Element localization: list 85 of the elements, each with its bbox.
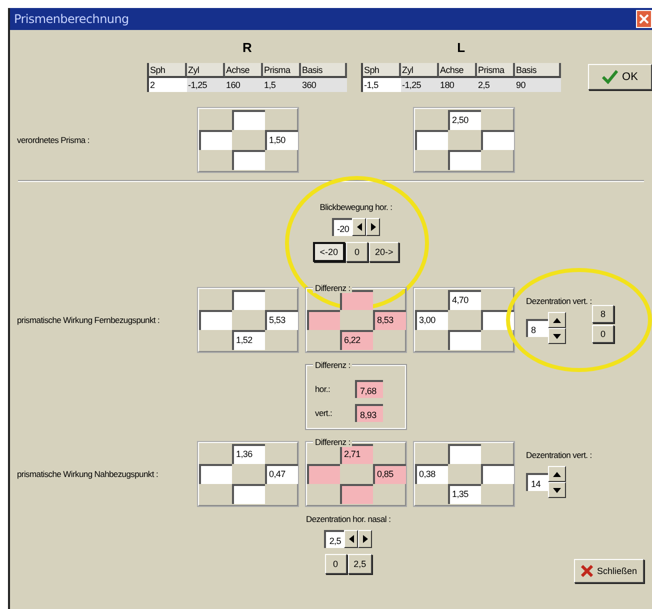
decentration-field[interactable]: 14 [526,473,548,491]
value-field[interactable]: 1,35 [448,484,481,504]
row-label: prismatische Wirkung Fernbezugspunkt : [17,315,161,325]
value-field[interactable] [415,130,448,150]
close-icon[interactable] [636,10,652,28]
table-cell: 1,5 [263,78,301,92]
value-field[interactable] [232,484,265,504]
column-header: Zyl [401,63,439,78]
decentration-label: Dezentration vert. : [526,296,593,306]
table-cell: -1,5 [363,78,401,92]
panel-title: Differenz : [313,437,352,447]
panel-title: Differenz : [313,360,352,370]
column-header: Sph [363,63,401,78]
column-header: Prisma [263,63,301,78]
column-header: Achse [439,63,477,78]
value-field[interactable]: 5,53 [265,310,298,330]
value-field[interactable]: 1,50 [265,130,298,150]
value-field[interactable]: 0,47 [265,464,298,484]
decentration-field[interactable]: 2,5 [324,530,344,548]
preset-button[interactable]: 20-> [369,242,400,262]
table-cell: 160 [225,78,263,92]
table-cell: -1,25 [401,78,439,92]
eye-label: R [242,40,252,55]
gaze-field[interactable]: -20 [332,218,352,236]
preset-button[interactable]: 2,5 [348,554,372,574]
column-header: Sph [149,63,187,78]
value-field[interactable] [448,330,481,350]
difference-label: vert.: [315,408,334,418]
value-field[interactable]: 8,53 [373,310,406,330]
value-field[interactable] [232,150,265,170]
preset-button[interactable]: 8 [592,305,614,323]
table-cell: 90 [515,78,561,92]
column-header: Achse [225,63,263,78]
value-field[interactable] [481,130,514,150]
preset-button[interactable]: 0 [346,242,368,262]
column-header: Basis [301,63,347,78]
preset-button[interactable]: 0 [324,554,347,574]
column-header: Prisma [477,63,515,78]
value-field[interactable] [232,290,265,310]
column-header: Basis [515,63,561,78]
value-field[interactable]: 1,52 [232,330,265,350]
value-field[interactable]: 2,71 [340,444,373,464]
close-button[interactable]: Schließen [574,559,644,583]
preset-button[interactable]: 0 [592,325,614,343]
difference-label: hor.: [315,384,332,394]
panel-title: Differenz : [313,283,352,293]
table-cell: 180 [439,78,477,92]
value-field[interactable]: 1,36 [232,444,265,464]
eye-label: L [457,40,465,55]
difference-field[interactable]: 8,93 [355,404,383,422]
value-field[interactable] [481,464,514,484]
value-field[interactable] [448,150,481,170]
value-field[interactable] [307,310,340,330]
table-cell: -1,25 [187,78,225,92]
table-cell: 360 [301,78,347,92]
table-cell: 2,5 [477,78,515,92]
value-field[interactable] [481,310,514,330]
value-field[interactable] [199,130,232,150]
checkmark-icon [602,70,618,84]
value-field[interactable] [340,484,373,504]
value-field[interactable]: 6,22 [340,330,373,350]
ok-button[interactable]: OK [588,64,652,90]
value-field[interactable]: 0,38 [415,464,448,484]
decentration-label: Dezentration hor. nasal : [306,514,391,524]
preset-button[interactable]: <-20 [312,242,345,262]
window-title: Prismenberechnung [14,12,129,26]
value-field[interactable]: 0,85 [373,464,406,484]
table-cell: 2 [149,78,187,92]
value-field[interactable]: 4,70 [448,290,481,310]
row-label: prismatische Wirkung Nahbezugspunkt : [17,469,160,479]
value-field[interactable] [232,110,265,130]
value-field[interactable]: 3,00 [415,310,448,330]
value-field[interactable] [448,444,481,464]
value-field[interactable] [199,464,232,484]
value-field[interactable] [199,310,232,330]
decentration-label: Dezentration vert. : [526,450,593,460]
difference-field[interactable]: 7,68 [355,380,383,398]
value-field[interactable]: 2,50 [448,110,481,130]
cross-icon [580,565,593,577]
row-label: verordnetes Prisma : [17,135,90,145]
value-field[interactable] [307,464,340,484]
gaze-label: Blickbewegung hor. : [320,202,392,212]
decentration-field[interactable]: 8 [526,319,548,337]
value-field[interactable] [340,290,373,310]
column-header: Zyl [187,63,225,78]
